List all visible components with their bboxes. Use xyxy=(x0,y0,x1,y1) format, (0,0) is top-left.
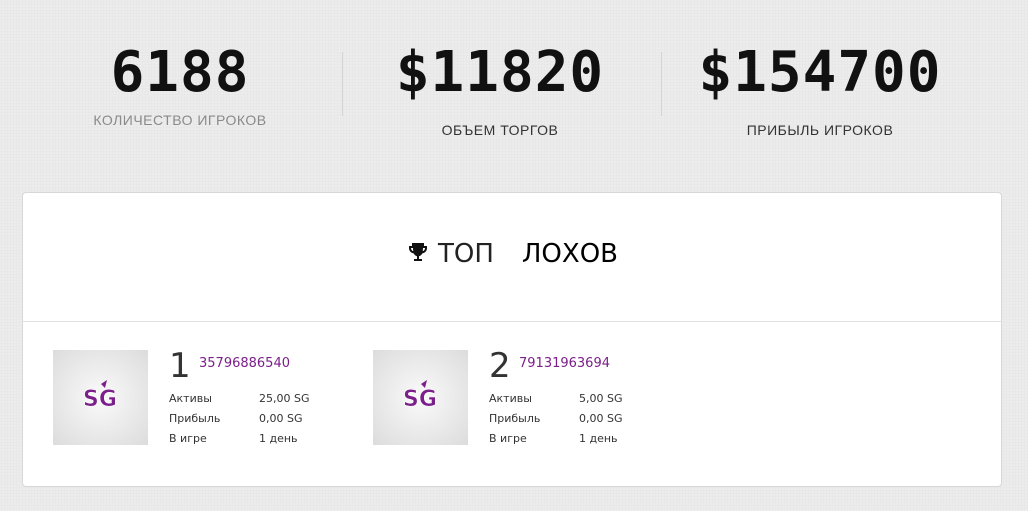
stat-volume: $11820 ОБЪЕМ ТОРГОВ xyxy=(360,40,640,138)
player-id-link[interactable]: 79131963694 xyxy=(519,356,610,371)
player-id-link[interactable]: 35796886540 xyxy=(199,356,290,371)
stat-players: 6188 КОЛИЧЕСТВО ИГРОКОВ xyxy=(60,40,300,128)
player-card[interactable]: SG 2 79131963694 Активы 5,00 SG Прибыль 0,… xyxy=(373,346,673,450)
title-top: ТОП xyxy=(437,239,494,269)
panel-title: ТОП ЛОХОВ xyxy=(23,239,1001,271)
panel-header: ТОП ЛОХОВ xyxy=(23,193,1001,322)
title-losers: ЛОХОВ xyxy=(521,239,619,269)
stat-label: КОЛИЧЕСТВО ИГРОКОВ xyxy=(93,112,267,128)
stat-profit: $154700 ПРИБЫЛЬ ИГРОКОВ xyxy=(670,40,970,138)
ingame-value: 1 день xyxy=(259,432,298,445)
assets-value: 5,00 SG xyxy=(579,392,623,405)
profit-row: Прибыль 0,00 SG xyxy=(489,412,623,425)
profit-label: Прибыль xyxy=(169,412,221,425)
stat-value: $11820 xyxy=(395,40,605,105)
profit-value: 0,00 SG xyxy=(579,412,623,425)
profit-label: Прибыль xyxy=(489,412,541,425)
profit-row: Прибыль 0,00 SG xyxy=(169,412,303,425)
stat-divider xyxy=(661,52,662,116)
stat-value: $154700 xyxy=(698,40,942,105)
sg-logo-icon: SG xyxy=(83,380,117,412)
trophy-icon xyxy=(406,240,430,271)
rank-number: 2 xyxy=(489,346,511,386)
assets-value: 25,00 SG xyxy=(259,392,310,405)
stat-label: ОБЪЕМ ТОРГОВ xyxy=(441,122,559,138)
svg-text:SG: SG xyxy=(403,387,437,412)
ingame-row: В игре 1 день xyxy=(169,432,298,445)
stat-divider xyxy=(342,52,343,116)
player-card[interactable]: SG 1 35796886540 Активы 25,00 SG Прибыль 0… xyxy=(53,346,353,450)
ingame-value: 1 день xyxy=(579,432,618,445)
assets-row: Активы 5,00 SG xyxy=(489,392,623,405)
top-players-panel: ТОП ЛОХОВ SG 1 35796886540 Активы 25,00 SG… xyxy=(22,192,1002,487)
assets-label: Активы xyxy=(489,392,532,405)
sg-logo-icon: SG xyxy=(403,380,437,412)
profit-value: 0,00 SG xyxy=(259,412,303,425)
avatar[interactable]: SG xyxy=(53,350,148,445)
stat-value: 6188 xyxy=(110,40,250,105)
ingame-label: В игре xyxy=(489,432,527,445)
assets-label: Активы xyxy=(169,392,212,405)
stat-label: ПРИБЫЛЬ ИГРОКОВ xyxy=(746,122,894,138)
ingame-row: В игре 1 день xyxy=(489,432,618,445)
assets-row: Активы 25,00 SG xyxy=(169,392,310,405)
svg-text:SG: SG xyxy=(83,387,117,412)
avatar[interactable]: SG xyxy=(373,350,468,445)
stats-bar: 6188 КОЛИЧЕСТВО ИГРОКОВ $11820 ОБЪЕМ ТОР… xyxy=(0,0,1028,180)
ingame-label: В игре xyxy=(169,432,207,445)
rank-number: 1 xyxy=(169,346,191,386)
